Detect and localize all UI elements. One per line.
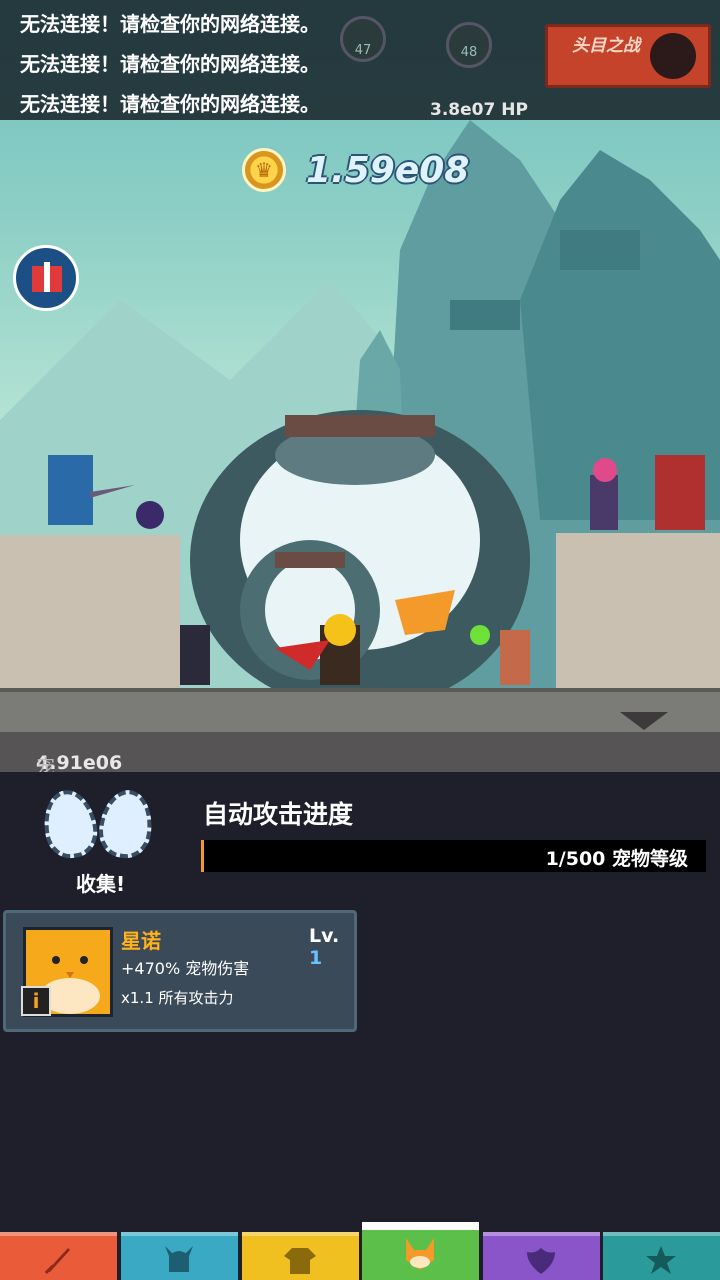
tab-clan[interactable] — [483, 1232, 600, 1280]
demon-face-icon — [650, 33, 696, 79]
star-icon — [646, 1246, 676, 1274]
ground — [0, 688, 720, 736]
shirt-icon — [284, 1248, 316, 1274]
pet-bonus: +470% 宠物伤害 — [121, 959, 250, 978]
right-wall — [556, 533, 720, 690]
tab-sword[interactable] — [0, 1232, 117, 1280]
info-button[interactable]: i — [21, 986, 51, 1016]
pet-card[interactable]: i 星诺 Lv. 1 +470% 宠物伤害 x1.1 所有攻击力 — [3, 910, 357, 1032]
egg-icon — [95, 786, 157, 862]
pet-attack: x1.1 所有攻击力 — [121, 989, 234, 1007]
expand-arrow-icon[interactable] — [620, 712, 668, 730]
tab-heroes[interactable] — [121, 1232, 238, 1280]
fox-icon — [406, 1238, 434, 1270]
notice-2: 无法连接！请检查你的网络连接。 — [20, 52, 320, 76]
boss-fight-button[interactable]: 头目之战 — [545, 24, 711, 88]
game-scene[interactable]: ♛ 1.59e08 47 48 无法连接！请检查你的网络连接。 无法连接！请检查… — [0, 0, 720, 772]
tab-equipment[interactable] — [242, 1232, 359, 1280]
auto-attack-progress: 1/500 宠物等级 — [201, 840, 706, 872]
pet-damage-label: 宠物伤害 — [36, 756, 56, 772]
tab-artifacts[interactable] — [603, 1232, 720, 1280]
pet-level: Lv. 1 — [309, 925, 340, 969]
notice-1: 无法连接！请检查你的网络连接。 — [20, 12, 320, 36]
pet-damage-bar: 4.91e06 宠物伤害 — [0, 732, 720, 772]
boss-hp: 3.8e07 HP — [430, 100, 528, 120]
left-wall — [0, 535, 180, 690]
pet-name: 星诺 — [121, 929, 161, 953]
sword-icon — [44, 1248, 70, 1274]
stage-next[interactable]: 48 — [446, 22, 492, 68]
boss-fight-label: 头目之战 — [572, 36, 640, 56]
collect-label: 收集! — [76, 872, 126, 896]
progress-text: 1/500 宠物等级 — [545, 848, 688, 870]
notice-3: 无法连接！请检查你的网络连接。 — [20, 92, 320, 116]
egg-icon — [38, 786, 102, 862]
horned-helmet-icon — [165, 1246, 193, 1272]
tab-pets[interactable] — [362, 1222, 479, 1280]
stage-current[interactable]: 47 — [340, 16, 386, 62]
shield-wings-icon — [527, 1248, 555, 1274]
auto-attack-title: 自动攻击进度 — [203, 800, 354, 829]
